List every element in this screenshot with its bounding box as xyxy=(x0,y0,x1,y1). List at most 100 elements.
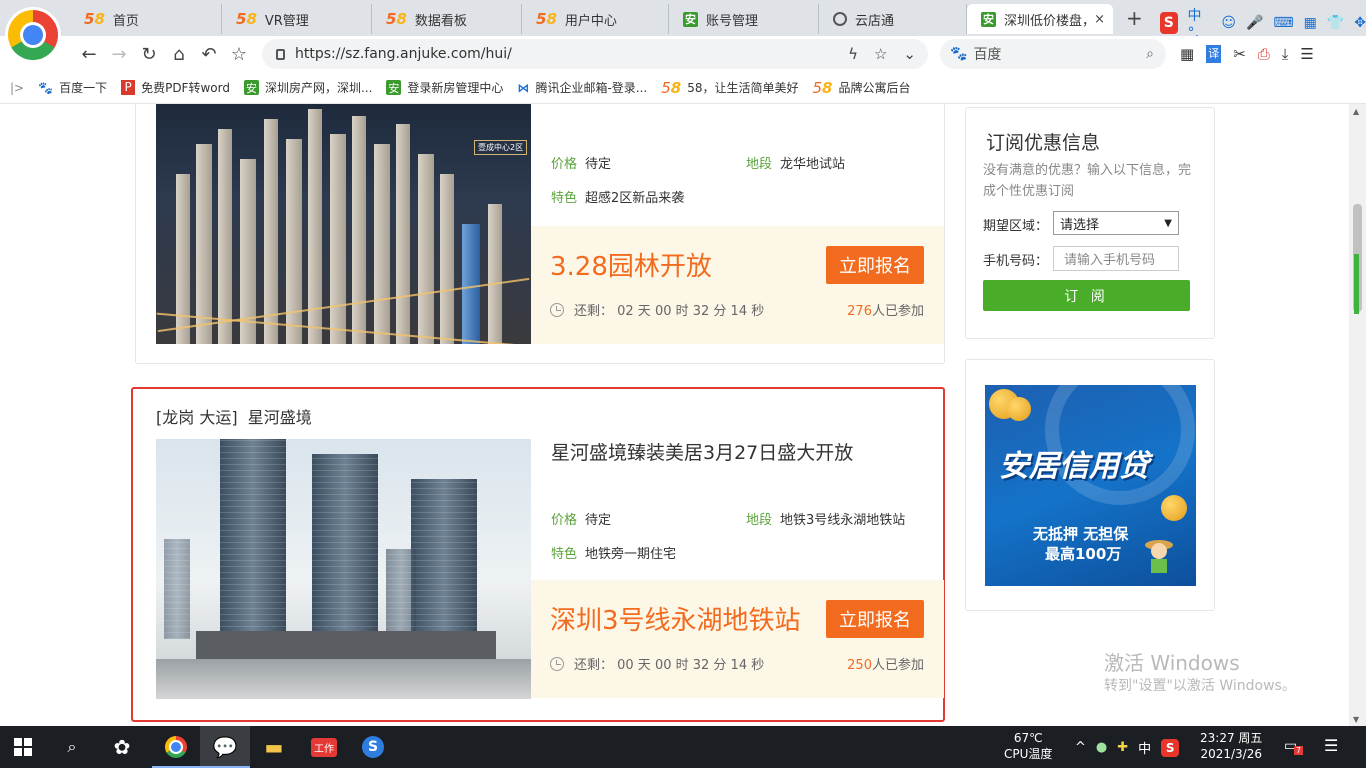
location-row: 地段 地铁3号线永湖地铁站 xyxy=(746,513,906,528)
listing-title[interactable]: [龙岗 大运] 星河盛境 xyxy=(156,404,312,428)
bookmark-sz-fang[interactable]: 安 深圳房产网，深圳... xyxy=(243,79,372,96)
sogou-tray-icon[interactable]: S xyxy=(1161,738,1180,757)
signup-button[interactable]: 立即报名 xyxy=(826,600,924,638)
smile-icon[interactable]: ☺ xyxy=(1221,15,1236,31)
bookmark-newhouse-login[interactable]: 安 登录新房管理中心 xyxy=(386,79,503,96)
listing-photo[interactable]: 壹成中心2区 xyxy=(156,104,531,344)
anjuke-logo-icon: 安 xyxy=(683,11,698,27)
system-clock[interactable]: 23:27 周五 2021/3/26 xyxy=(1200,730,1262,762)
joined-count: 276人已参加 xyxy=(847,304,924,319)
bookmark-pdf[interactable]: P 免费PDF转word xyxy=(121,79,230,96)
bookmark-58[interactable]: 58 58，让生活简单美好 xyxy=(661,79,798,97)
chevron-down-icon[interactable]: ⌄ xyxy=(903,45,916,63)
cpu-temperature[interactable]: 67℃ CPU温度 xyxy=(1004,730,1052,762)
download-icon[interactable]: ⤓ xyxy=(1282,45,1289,63)
ad-panel: 安居信用贷 无抵押 无担保 最高100万 xyxy=(965,359,1215,611)
tab-account[interactable]: 安 账号管理 xyxy=(669,4,819,34)
price-row: 价格 待定 xyxy=(551,513,612,528)
star-icon[interactable]: ☆ xyxy=(226,41,252,67)
subscribe-description: 没有满意的优惠？输入以下信息，完成个性优惠订阅 xyxy=(983,163,1192,199)
chevron-up-icon[interactable]: ^ xyxy=(1075,740,1086,755)
anjuke-logo-icon: 安 xyxy=(243,80,259,95)
reload-icon[interactable]: ↻ xyxy=(136,41,162,67)
ad-title: 安居信用贷 xyxy=(999,449,1149,484)
bookmark-baidu[interactable]: 🐾 百度一下 xyxy=(38,79,107,96)
shirt-icon[interactable]: 👕 xyxy=(1327,15,1344,31)
grid-icon[interactable]: ▦ xyxy=(1304,15,1317,31)
tab-user-center[interactable]: 58 用户中心 xyxy=(522,4,669,34)
browser-logo-icon[interactable] xyxy=(8,10,58,60)
keyboard-icon[interactable]: ⌨ xyxy=(1273,15,1293,31)
promo-title[interactable]: 深圳3号线永湖地铁站 xyxy=(550,600,801,637)
wechat-icon[interactable]: 💬 xyxy=(212,734,238,760)
work-app-icon[interactable]: 工作 xyxy=(311,734,337,760)
translate-icon[interactable]: 译 xyxy=(1206,45,1222,63)
folder-icon[interactable]: ▬ xyxy=(261,734,287,760)
tab-home[interactable]: 58 首页 xyxy=(70,4,222,34)
address-bar[interactable]: https://sz.fang.anjuke.com/hui/ ϟ ☆ ⌄ xyxy=(262,39,928,69)
subscribe-title: 订阅优惠信息 xyxy=(986,132,1101,154)
listing-photo[interactable] xyxy=(156,439,531,699)
58-logo-icon: 58 xyxy=(661,78,682,97)
scroll-up-icon[interactable]: ▲ xyxy=(1353,107,1359,116)
loan-ad-banner[interactable]: 安居信用贷 无抵押 无担保 最高100万 xyxy=(985,385,1196,586)
promo-box: 3.28园林开放 立即报名 还剩： 02 天 00 时 32 分 14 秒 27… xyxy=(531,226,944,344)
subscribe-button[interactable]: 订 阅 xyxy=(983,280,1190,311)
chrome-taskbar-icon[interactable] xyxy=(163,734,189,760)
search-icon[interactable]: ⌕ xyxy=(1146,46,1154,62)
undo-icon[interactable]: ↶ xyxy=(196,41,222,67)
baidu-icon: 🐾 xyxy=(38,80,54,95)
home-icon[interactable]: ⌂ xyxy=(166,41,192,67)
page-scrollbar[interactable]: ▲ ▼ xyxy=(1349,104,1366,726)
lightning-icon[interactable]: ϟ xyxy=(848,45,858,63)
url-text[interactable]: https://sz.fang.anjuke.com/hui/ xyxy=(295,46,512,62)
countdown: 还剩： 00 天 00 时 32 分 14 秒 xyxy=(550,654,764,673)
tab-active-listing[interactable]: 安 深圳低价楼盘， × xyxy=(967,4,1113,34)
tab-dashboard[interactable]: 58 数据看板 xyxy=(372,4,522,34)
windows-taskbar: ⌕ ✿ 💬 ▬ 工作 S 67℃ CPU温度 ^ ● ✚ 中 S 23:27 周… xyxy=(0,726,1366,768)
mic-icon[interactable]: 🎤 xyxy=(1246,15,1263,31)
58-logo-icon: 58 xyxy=(536,10,557,28)
promo-title[interactable]: 3.28园林开放 xyxy=(550,246,712,283)
back-icon[interactable]: ← xyxy=(76,41,102,67)
bookmarks-toggle-icon[interactable]: |> xyxy=(10,81,24,95)
feature-row: 特色 超感2区新品来袭 xyxy=(551,191,685,206)
ime-indicator[interactable]: 中 xyxy=(1138,738,1151,757)
58-logo-icon: 58 xyxy=(812,78,833,97)
region-select[interactable]: 请选择 ▼ xyxy=(1053,211,1179,235)
sogou-ime-icon[interactable]: S xyxy=(1160,12,1178,34)
close-tab-icon[interactable]: × xyxy=(1094,12,1105,27)
menu-icon[interactable]: ☰ xyxy=(1300,45,1313,63)
qr-icon[interactable]: ▦ xyxy=(1180,45,1194,63)
anjuke-logo-icon: 安 xyxy=(981,11,996,27)
scissors-icon[interactable]: ✂ xyxy=(1233,45,1246,63)
subscribe-panel: 订阅优惠信息 没有满意的优惠？输入以下信息，完成个性优惠订阅 期望区域： 请选择… xyxy=(965,107,1215,339)
tab-cloud-store[interactable]: 云店通 xyxy=(819,4,967,34)
bookmark-star-icon[interactable]: ☆ xyxy=(874,45,887,63)
action-center-icon[interactable]: ☰ xyxy=(1324,736,1338,755)
start-icon[interactable] xyxy=(10,734,36,760)
scroll-down-icon[interactable]: ▼ xyxy=(1353,715,1359,724)
listing-headline[interactable]: 星河盛境臻装美居3月27日盛大开放 xyxy=(551,438,853,465)
bookmark-brand-apartment[interactable]: 58 品牌公寓后台 xyxy=(812,79,910,97)
wechat-tray-icon[interactable]: ● xyxy=(1096,740,1107,755)
notification-icon[interactable]: ▭ 7 xyxy=(1284,738,1304,755)
search-input[interactable]: 百度 xyxy=(973,44,1001,64)
pdf-icon[interactable]: ⎙ xyxy=(1258,45,1270,63)
search-icon[interactable]: ⌕ xyxy=(59,734,85,760)
ad-line1: 无抵押 无担保 xyxy=(1033,525,1129,543)
promo-box: 深圳3号线永湖地铁站 立即报名 还剩： 00 天 00 时 32 分 14 秒 … xyxy=(531,580,944,698)
new-tab-button[interactable]: + xyxy=(1126,6,1143,30)
plus-tray-icon[interactable]: ✚ xyxy=(1117,740,1128,755)
pinwheel-icon[interactable]: ✿ xyxy=(109,734,135,760)
signup-button[interactable]: 立即报名 xyxy=(826,246,924,284)
search-box[interactable]: 🐾 百度 ⌕ xyxy=(940,39,1166,69)
bookmark-tencent-mail[interactable]: ⋈ 腾讯企业邮箱-登录... xyxy=(517,79,647,96)
browser-s-icon[interactable]: S xyxy=(360,734,386,760)
tab-vr[interactable]: 58 VR管理 xyxy=(222,4,372,34)
price-row: 价格 待定 xyxy=(551,157,612,172)
forward-icon[interactable]: → xyxy=(106,41,132,67)
toolbar-extensions: ▦ 译 ✂ ⎙ ⤓ ☰ xyxy=(1180,45,1314,63)
phone-input[interactable]: 请输入手机号码 xyxy=(1053,246,1179,271)
tools-icon[interactable]: ✥ xyxy=(1354,15,1366,31)
